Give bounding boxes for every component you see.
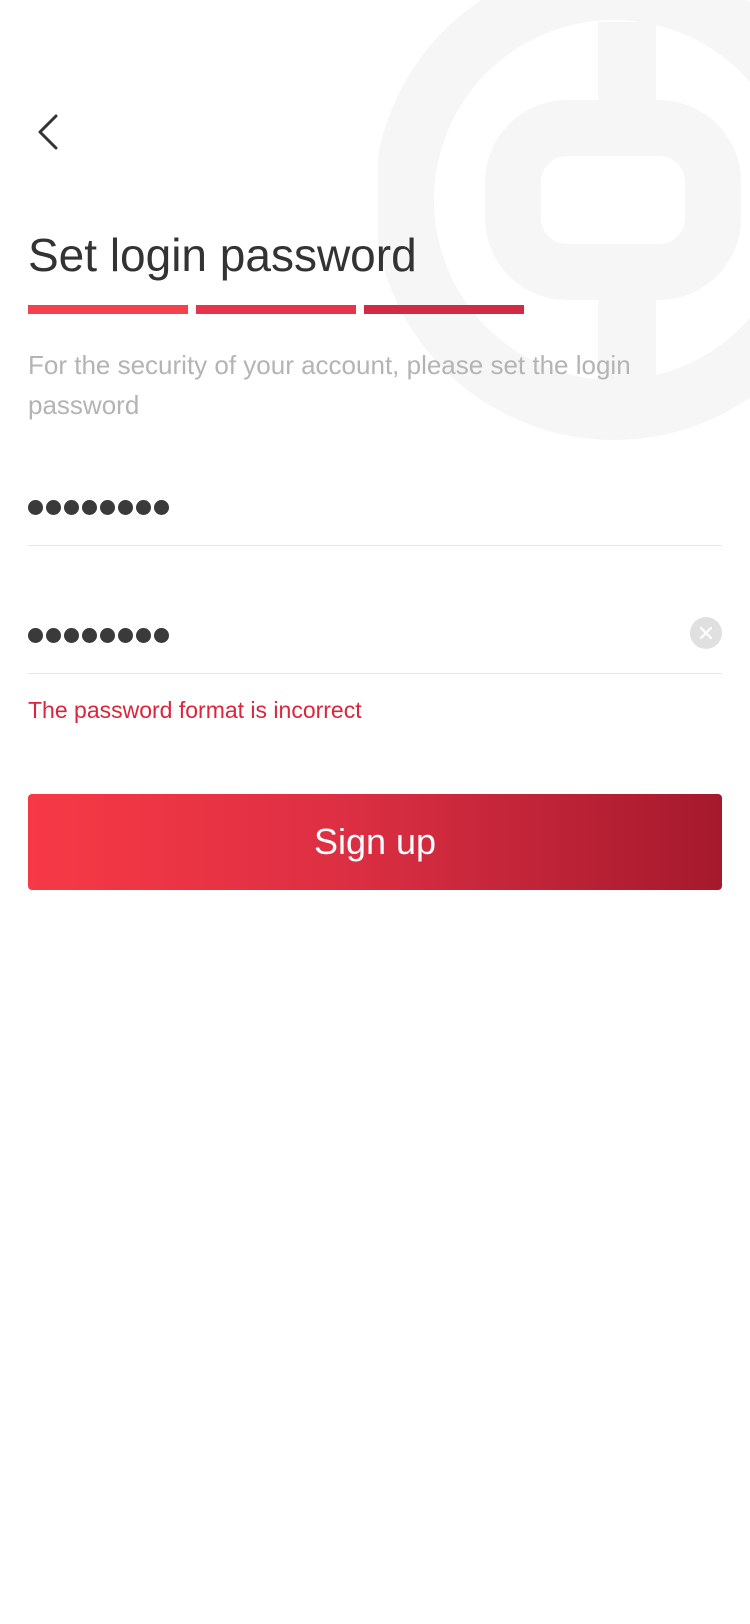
page-title: Set login password [28, 229, 417, 281]
progress-step-2 [196, 305, 356, 314]
password-masked-value [28, 487, 169, 527]
password-dot [136, 627, 151, 643]
password-dot [82, 499, 97, 515]
sign-up-button[interactable]: Sign up [28, 794, 722, 890]
confirm-password-masked-value [28, 615, 169, 655]
chevron-left-icon [38, 114, 58, 150]
password-dot [154, 499, 169, 515]
password-dot [64, 499, 79, 515]
password-field[interactable] [28, 475, 722, 546]
password-dot [64, 627, 79, 643]
password-dot [136, 499, 151, 515]
progress-step-3 [364, 305, 524, 314]
progress-steps [28, 305, 526, 314]
confirm-password-field[interactable] [28, 603, 722, 674]
password-dot [100, 499, 115, 515]
password-dot [118, 499, 133, 515]
error-message: The password format is incorrect [28, 697, 362, 723]
progress-step-1 [28, 305, 188, 314]
password-dot [154, 627, 169, 643]
password-dot [100, 627, 115, 643]
clear-button[interactable] [690, 617, 722, 649]
password-dot [28, 499, 43, 515]
page-subtitle: For the security of your account, please… [28, 350, 631, 420]
password-dot [118, 627, 133, 643]
password-dot [46, 627, 61, 643]
password-dot [82, 627, 97, 643]
back-button[interactable] [26, 104, 70, 160]
clear-circle-icon [699, 626, 713, 640]
password-dot [28, 627, 43, 643]
password-dot [46, 499, 61, 515]
